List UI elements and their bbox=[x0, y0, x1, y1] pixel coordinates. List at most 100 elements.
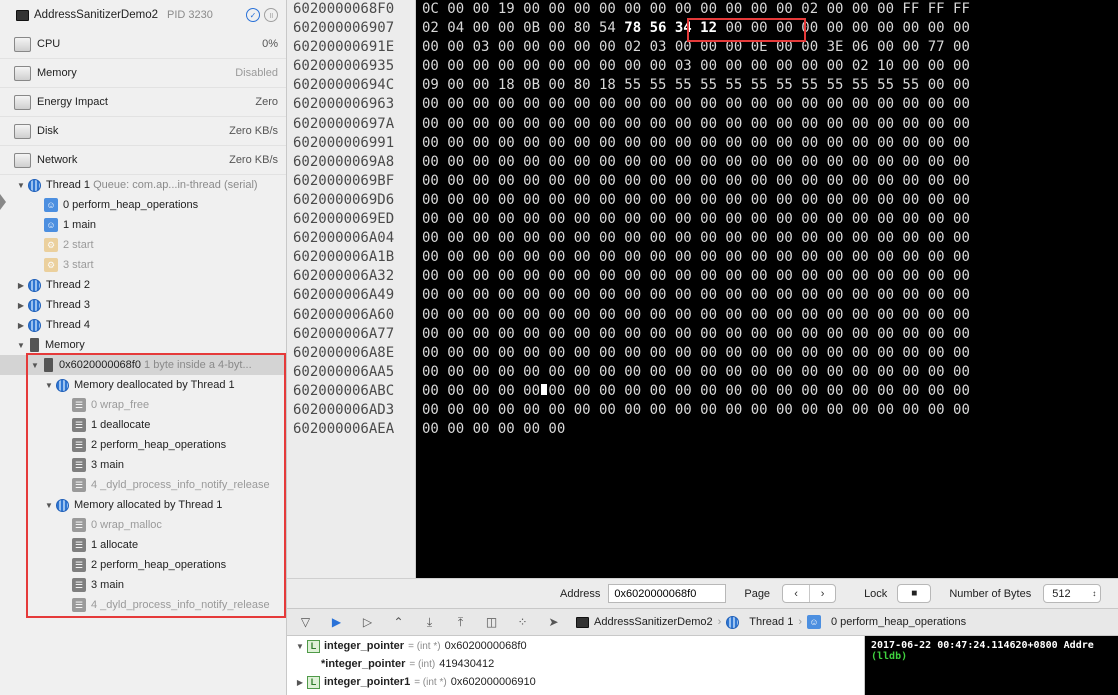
debug-bar: ▽ ▶ ▷ ⌃ ⤓ ⤒ ◫ ⁘ ➤ AddressSanitizerDemo2 … bbox=[287, 608, 1118, 636]
disclosure-open-icon[interactable]: ▼ bbox=[30, 361, 40, 370]
view-debugger-icon[interactable]: ◫ bbox=[483, 614, 500, 630]
user-frame-icon: ☺ bbox=[44, 218, 58, 232]
thread-row-4[interactable]: ▶ Thread 4 bbox=[0, 315, 286, 335]
stack-frame-row[interactable]: ⚙ 2 start bbox=[0, 235, 286, 255]
variable-row[interactable]: ▶ Linteger_pointer1 = (int *) 0x60200000691… bbox=[287, 672, 864, 690]
stack-frame-label: 3 main bbox=[91, 459, 125, 471]
step-out-icon[interactable]: ⤒ bbox=[452, 614, 469, 630]
bytes-label: Number of Bytes bbox=[949, 587, 1032, 600]
variable-row[interactable]: ▼ Linteger_pointer = (int *) 0x6020000068f0 bbox=[287, 636, 864, 654]
disclosure-open-icon[interactable]: ▼ bbox=[44, 501, 54, 510]
stack-frame-row[interactable]: ☰ 1 deallocate bbox=[0, 415, 286, 435]
chevron-right-icon: › bbox=[798, 616, 802, 628]
disclosure-closed-icon[interactable]: ▶ bbox=[293, 678, 307, 687]
variable-type: = (int) bbox=[409, 658, 436, 670]
breadcrumb: AddressSanitizerDemo2 › Thread 1 › ☺ 0 p… bbox=[576, 615, 966, 629]
lock-button[interactable]: ■ bbox=[897, 584, 932, 603]
stack-frame-row[interactable]: ☰ 3 main bbox=[0, 575, 286, 595]
memory-hex-line: 00 00 00 00 00 00 00 00 00 00 00 00 00 0… bbox=[422, 230, 970, 247]
stack-frame-row[interactable]: ☰ 3 main bbox=[0, 455, 286, 475]
dealloc-thread-row[interactable]: ▼ Memory deallocated by Thread 1 bbox=[0, 375, 286, 395]
debug-navigator: AddressSanitizerDemo2 PID 3230 ✓ ॥ CPU 0%… bbox=[0, 0, 287, 695]
stack-frame-row[interactable]: ☰ 0 wrap_malloc bbox=[0, 515, 286, 535]
address-input[interactable] bbox=[608, 584, 727, 603]
page-stepper[interactable]: ‹ › bbox=[782, 584, 837, 603]
memory-hex-line: 0C 00 00 19 00 00 00 00 00 00 00 00 00 0… bbox=[422, 1, 970, 17]
memory-address-line: 602000006991 bbox=[293, 134, 395, 151]
continue-icon[interactable]: ▷ bbox=[359, 614, 376, 630]
hex-bytes: 02 04 00 00 0B 00 80 54 bbox=[422, 20, 625, 37]
memory-hex-line: 00 00 00 00 00 00 00 00 00 00 00 00 00 0… bbox=[422, 287, 970, 304]
memory-address-line: 602000006A8E bbox=[293, 344, 395, 361]
memory-address-line: 602000006A04 bbox=[293, 230, 395, 247]
memory-address-line: 602000006907 bbox=[293, 20, 395, 37]
stack-frame-row[interactable]: ☰ 2 perform_heap_operations bbox=[0, 435, 286, 455]
breakpoints-toggle-icon[interactable]: ▶ bbox=[328, 614, 345, 630]
stack-frame-row[interactable]: ☰ 0 wrap_free bbox=[0, 395, 286, 415]
pause-icon[interactable]: ॥ bbox=[264, 8, 278, 22]
disclosure-closed-icon[interactable]: ▶ bbox=[16, 321, 26, 330]
process-pid: PID 3230 bbox=[167, 9, 213, 21]
step-over-icon[interactable]: ⌃ bbox=[390, 614, 407, 630]
address-label: Address bbox=[560, 587, 601, 600]
chevron-right-icon[interactable]: › bbox=[809, 585, 835, 602]
memory-graph-icon[interactable]: ⁘ bbox=[514, 614, 531, 630]
bytes-select[interactable]: 512 ↕ bbox=[1043, 584, 1102, 603]
thread-row-3[interactable]: ▶ Thread 3 bbox=[0, 295, 286, 315]
gauge-energy[interactable]: Energy Impact Zero bbox=[0, 88, 286, 117]
gauge-value: Disabled bbox=[235, 67, 278, 79]
gauge-network[interactable]: Network Zero KB/s bbox=[0, 146, 286, 175]
gauge-value: 0% bbox=[262, 38, 278, 50]
console-view[interactable]: 2017-06-22 00:47:24.114620+0800 Addre (l… bbox=[865, 636, 1118, 695]
gauge-memory[interactable]: Memory Disabled bbox=[0, 59, 286, 88]
memory-group-row[interactable]: ▼ Memory bbox=[0, 335, 286, 355]
disclosure-open-icon[interactable]: ▼ bbox=[293, 642, 307, 651]
library-frame-icon: ☰ bbox=[72, 538, 86, 552]
library-frame-icon: ☰ bbox=[72, 478, 86, 492]
location-icon[interactable]: ➤ bbox=[545, 614, 562, 630]
breadcrumb-frame[interactable]: 0 perform_heap_operations bbox=[831, 616, 966, 628]
breadcrumb-thread[interactable]: Thread 1 bbox=[749, 616, 793, 628]
stack-frame-row[interactable]: ☰ 4 _dyld_process_info_notify_release bbox=[0, 595, 286, 615]
stack-frame-row[interactable]: ☺ 1 main bbox=[0, 215, 286, 235]
stack-frame-row[interactable]: ☰ 1 allocate bbox=[0, 535, 286, 555]
thread-row-1[interactable]: ▼ Thread 1 Queue: com.ap...in-thread (se… bbox=[0, 175, 286, 195]
breadcrumb-app[interactable]: AddressSanitizerDemo2 bbox=[594, 616, 713, 628]
step-into-icon[interactable]: ⤓ bbox=[421, 614, 438, 630]
disclosure-open-icon[interactable]: ▼ bbox=[16, 181, 26, 190]
variable-value: 0x6020000068f0 bbox=[444, 640, 527, 652]
page-label: Page bbox=[744, 587, 771, 600]
hide-debug-area-icon[interactable]: ▽ bbox=[297, 614, 314, 630]
disclosure-open-icon[interactable]: ▼ bbox=[16, 341, 26, 350]
memory-address-line: 6020000069D6 bbox=[293, 191, 395, 208]
memory-hex-line: 00 00 00 00 00 00 00 00 00 00 00 00 00 0… bbox=[422, 268, 970, 285]
gauge-list: CPU 0% Memory Disabled Energy Impact Zero Disk… bbox=[0, 30, 286, 175]
stack-frame-row[interactable]: ⚙ 3 start bbox=[0, 255, 286, 275]
disclosure-open-icon[interactable]: ▼ bbox=[44, 381, 54, 390]
alloc-thread-row[interactable]: ▼ Memory allocated by Thread 1 bbox=[0, 495, 286, 515]
memory-gauge-icon bbox=[14, 65, 31, 81]
stack-frame-row[interactable]: ☺ 0 perform_heap_operations bbox=[0, 195, 286, 215]
thread-icon bbox=[56, 378, 69, 392]
memory-hex-view[interactable]: 0C 00 00 19 00 00 00 00 00 00 00 00 00 0… bbox=[416, 0, 1118, 578]
disclosure-closed-icon[interactable]: ▶ bbox=[16, 281, 26, 290]
stack-frame-row[interactable]: ☰ 4 _dyld_process_info_notify_release bbox=[0, 475, 286, 495]
variable-row[interactable]: *integer_pointer = (int) 419430412 bbox=[287, 654, 864, 672]
gauge-toggle-icon[interactable]: ✓ bbox=[246, 8, 260, 22]
thread-label: Thread 2 bbox=[46, 279, 91, 291]
chevron-left-icon[interactable]: ‹ bbox=[783, 585, 809, 602]
gauge-cpu[interactable]: CPU 0% bbox=[0, 30, 286, 59]
disclosure-closed-icon[interactable]: ▶ bbox=[16, 301, 26, 310]
memory-hex-line: 00 00 00 00 00 00 00 00 00 00 03 00 00 0… bbox=[422, 58, 970, 75]
library-frame-icon: ☰ bbox=[72, 398, 86, 412]
memory-hex-line: 00 00 00 00 00 00 00 00 00 00 00 00 00 0… bbox=[422, 115, 970, 132]
stack-frame-label: 0 wrap_malloc bbox=[91, 519, 162, 531]
library-frame-icon: ☰ bbox=[72, 558, 86, 572]
stack-frame-label: 2 start bbox=[63, 239, 94, 251]
stack-frame-row[interactable]: ☰ 2 perform_heap_operations bbox=[0, 555, 286, 575]
memory-hex-line: 00 00 00 00 00 00 00 00 00 00 00 00 00 0… bbox=[422, 191, 970, 208]
gauge-disk[interactable]: Disk Zero KB/s bbox=[0, 117, 286, 146]
memory-address-row[interactable]: ▼ 0x6020000068f0 1 byte inside a 4-byt..… bbox=[0, 355, 286, 375]
process-row[interactable]: AddressSanitizerDemo2 PID 3230 ✓ ॥ bbox=[0, 0, 286, 30]
thread-row-2[interactable]: ▶ Thread 2 bbox=[0, 275, 286, 295]
